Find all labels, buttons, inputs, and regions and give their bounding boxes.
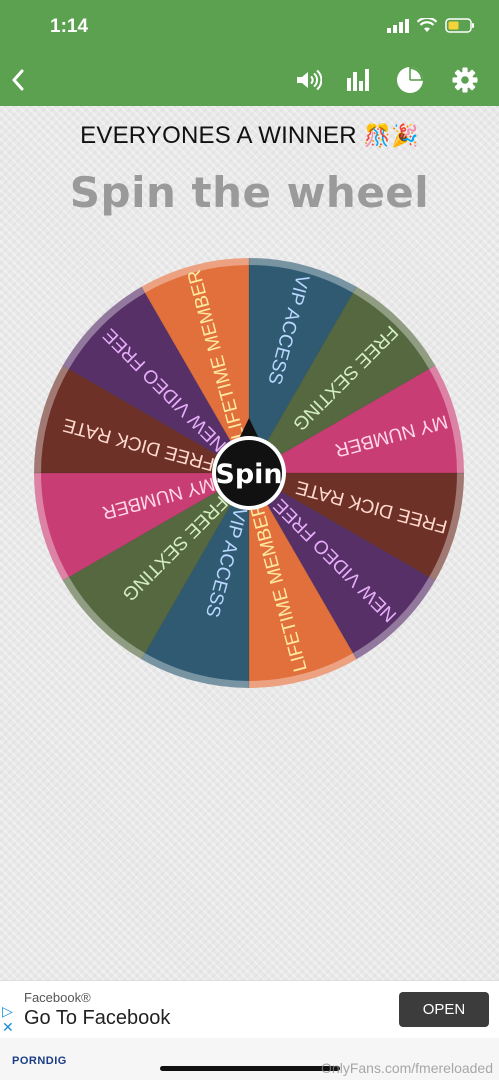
back-button[interactable] xyxy=(2,64,34,96)
gear-icon xyxy=(452,67,478,93)
toolbar xyxy=(0,54,499,106)
brand-logo: PORNDIG xyxy=(12,1055,67,1067)
chevron-left-icon xyxy=(12,69,24,91)
cellular-signal-icon xyxy=(387,18,409,33)
bar-chart-icon xyxy=(347,69,369,91)
battery-icon xyxy=(445,18,474,33)
watermark: OnlyFans.com/fmereloaded xyxy=(321,1060,493,1076)
ad-banner[interactable]: ▷ ✕ Facebook® Go To Facebook OPEN xyxy=(0,980,499,1038)
wheel-container: VIP ACCESS FREE SEXTING MY NUMBER FREE DICK… xyxy=(0,106,499,980)
ad-choices-icon[interactable]: ▷ ✕ xyxy=(2,1003,14,1035)
status-bar: 1:14 xyxy=(0,0,499,54)
pie-button[interactable] xyxy=(394,64,426,96)
ad-headline: Go To Facebook xyxy=(24,1007,171,1029)
ad-open-button[interactable]: OPEN xyxy=(399,992,489,1027)
sound-button[interactable] xyxy=(292,64,324,96)
status-icons xyxy=(387,18,475,33)
status-time: 1:14 xyxy=(50,16,89,37)
bottom-bar: PORNDIG OnlyFans.com/fmereloaded xyxy=(0,1038,499,1080)
spin-button-label: Spin xyxy=(215,459,282,490)
ad-sponsor: Facebook® xyxy=(24,990,91,1005)
speaker-icon xyxy=(297,69,322,91)
wheel-screen: EVERYONES A WINNER 🎊🎉 Spin the wheel VIP… xyxy=(0,106,499,980)
wifi-icon xyxy=(417,18,437,32)
spin-wheel[interactable]: VIP ACCESSFREE SEXTINGMY NUMBERFREE DICK… xyxy=(0,106,499,980)
stats-button[interactable] xyxy=(342,64,374,96)
pie-chart-icon xyxy=(397,67,423,93)
home-indicator[interactable] xyxy=(160,1066,340,1071)
settings-button[interactable] xyxy=(449,64,481,96)
